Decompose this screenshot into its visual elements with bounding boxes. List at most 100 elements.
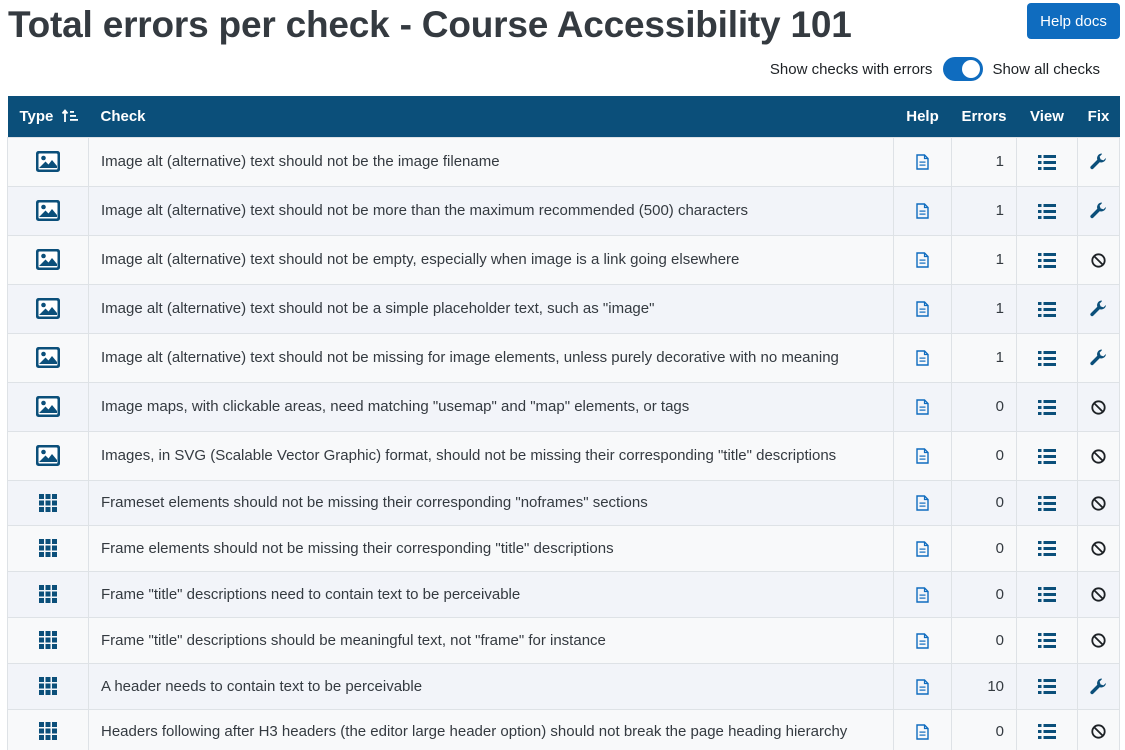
list-icon[interactable] xyxy=(1038,494,1056,511)
image-icon xyxy=(36,445,60,466)
help-docs-button[interactable]: Help docs xyxy=(1027,3,1120,39)
type-cell xyxy=(7,570,89,618)
wrench-icon[interactable] xyxy=(1090,677,1107,694)
error-count: 1 xyxy=(951,136,1017,187)
list-icon[interactable] xyxy=(1038,300,1056,317)
document-icon[interactable] xyxy=(916,153,929,170)
fix-cell xyxy=(1077,136,1120,187)
list-icon[interactable] xyxy=(1038,678,1056,695)
help-cell xyxy=(893,616,952,664)
fix-cell xyxy=(1077,332,1120,383)
ban-icon xyxy=(1091,494,1106,511)
table-row: Image alt (alternative) text should not … xyxy=(7,283,1120,334)
table-row: Frame elements should not be missing the… xyxy=(7,524,1120,572)
type-cell xyxy=(7,185,89,236)
sort-ascending-icon xyxy=(61,108,78,122)
document-icon[interactable] xyxy=(916,539,929,557)
check-name: Frame "title" descriptions should be mea… xyxy=(88,616,894,664)
ban-icon xyxy=(1091,540,1106,557)
list-icon[interactable] xyxy=(1038,202,1056,219)
document-icon[interactable] xyxy=(916,447,929,464)
help-cell xyxy=(893,283,952,334)
toggle-label-all[interactable]: Show all checks xyxy=(992,61,1100,78)
error-count: 0 xyxy=(951,430,1017,481)
list-icon[interactable] xyxy=(1038,540,1056,557)
error-count: 1 xyxy=(951,283,1017,334)
type-cell xyxy=(7,332,89,383)
check-name: Images, in SVG (Scalable Vector Graphic)… xyxy=(88,430,894,481)
column-header-type[interactable]: Type xyxy=(8,96,89,137)
list-icon[interactable] xyxy=(1038,586,1056,603)
error-count: 10 xyxy=(951,662,1017,710)
grid-layout-icon xyxy=(39,493,57,512)
type-cell xyxy=(7,381,89,432)
type-cell xyxy=(7,479,89,526)
type-cell xyxy=(7,136,89,187)
help-cell xyxy=(893,570,952,618)
help-cell xyxy=(893,479,952,526)
type-cell xyxy=(7,708,89,750)
grid-layout-icon xyxy=(39,631,57,650)
document-icon[interactable] xyxy=(916,349,929,366)
table-row: Image alt (alternative) text should not … xyxy=(7,185,1120,236)
image-icon xyxy=(36,151,60,172)
show-checks-toggle-row: Show checks with errors Show all checks xyxy=(770,56,1100,82)
list-icon[interactable] xyxy=(1038,632,1056,649)
document-icon[interactable] xyxy=(916,677,929,695)
table-row: Images, in SVG (Scalable Vector Graphic)… xyxy=(7,430,1120,481)
toggle-knob xyxy=(962,60,981,78)
check-name: Frame elements should not be missing the… xyxy=(88,524,894,572)
fix-cell xyxy=(1077,708,1120,750)
column-header-view: View xyxy=(1030,107,1064,125)
view-cell xyxy=(1016,381,1078,432)
help-cell xyxy=(893,185,952,236)
grid-layout-icon xyxy=(39,585,57,604)
check-name: Frameset elements should not be missing … xyxy=(88,479,894,526)
list-icon[interactable] xyxy=(1038,349,1056,366)
toggle-label-errors[interactable]: Show checks with errors xyxy=(770,61,933,78)
wrench-icon[interactable] xyxy=(1090,349,1107,366)
check-name: Image alt (alternative) text should not … xyxy=(88,185,894,236)
document-icon[interactable] xyxy=(916,722,929,740)
table-row: Image alt (alternative) text should not … xyxy=(7,332,1120,383)
image-icon xyxy=(36,249,60,270)
view-cell xyxy=(1016,234,1078,285)
check-name: Image alt (alternative) text should not … xyxy=(88,136,894,187)
table-row: Image alt (alternative) text should not … xyxy=(7,136,1120,187)
document-icon[interactable] xyxy=(916,631,929,649)
list-icon[interactable] xyxy=(1038,251,1056,268)
type-cell xyxy=(7,524,89,572)
list-icon[interactable] xyxy=(1038,723,1056,740)
help-cell xyxy=(893,708,952,750)
view-cell xyxy=(1016,283,1078,334)
document-icon[interactable] xyxy=(916,494,929,511)
check-name: A header needs to contain text to be per… xyxy=(88,662,894,710)
wrench-icon[interactable] xyxy=(1090,202,1107,219)
view-cell xyxy=(1016,662,1078,710)
help-cell xyxy=(893,430,952,481)
show-all-checks-toggle[interactable] xyxy=(943,57,984,81)
list-icon[interactable] xyxy=(1038,398,1056,415)
type-cell xyxy=(7,283,89,334)
list-icon[interactable] xyxy=(1038,447,1056,464)
error-count: 0 xyxy=(951,616,1017,664)
grid-layout-icon xyxy=(39,539,57,558)
document-icon[interactable] xyxy=(916,202,929,219)
help-cell xyxy=(893,662,952,710)
wrench-icon[interactable] xyxy=(1090,300,1107,317)
table-row: Image maps, with clickable areas, need m… xyxy=(7,381,1120,432)
table-row: Frame "title" descriptions should be mea… xyxy=(7,616,1120,664)
column-header-errors: Errors xyxy=(961,107,1007,125)
fix-cell xyxy=(1077,616,1120,664)
document-icon[interactable] xyxy=(916,585,929,603)
grid-layout-icon xyxy=(39,722,57,741)
list-icon[interactable] xyxy=(1038,153,1056,170)
document-icon[interactable] xyxy=(916,398,929,415)
fix-cell xyxy=(1077,234,1120,285)
fix-cell xyxy=(1077,430,1120,481)
document-icon[interactable] xyxy=(916,300,929,317)
wrench-icon[interactable] xyxy=(1090,153,1107,170)
document-icon[interactable] xyxy=(916,251,929,268)
table-row: Headers following after H3 headers (the … xyxy=(7,708,1120,750)
column-header-help: Help xyxy=(906,107,939,125)
